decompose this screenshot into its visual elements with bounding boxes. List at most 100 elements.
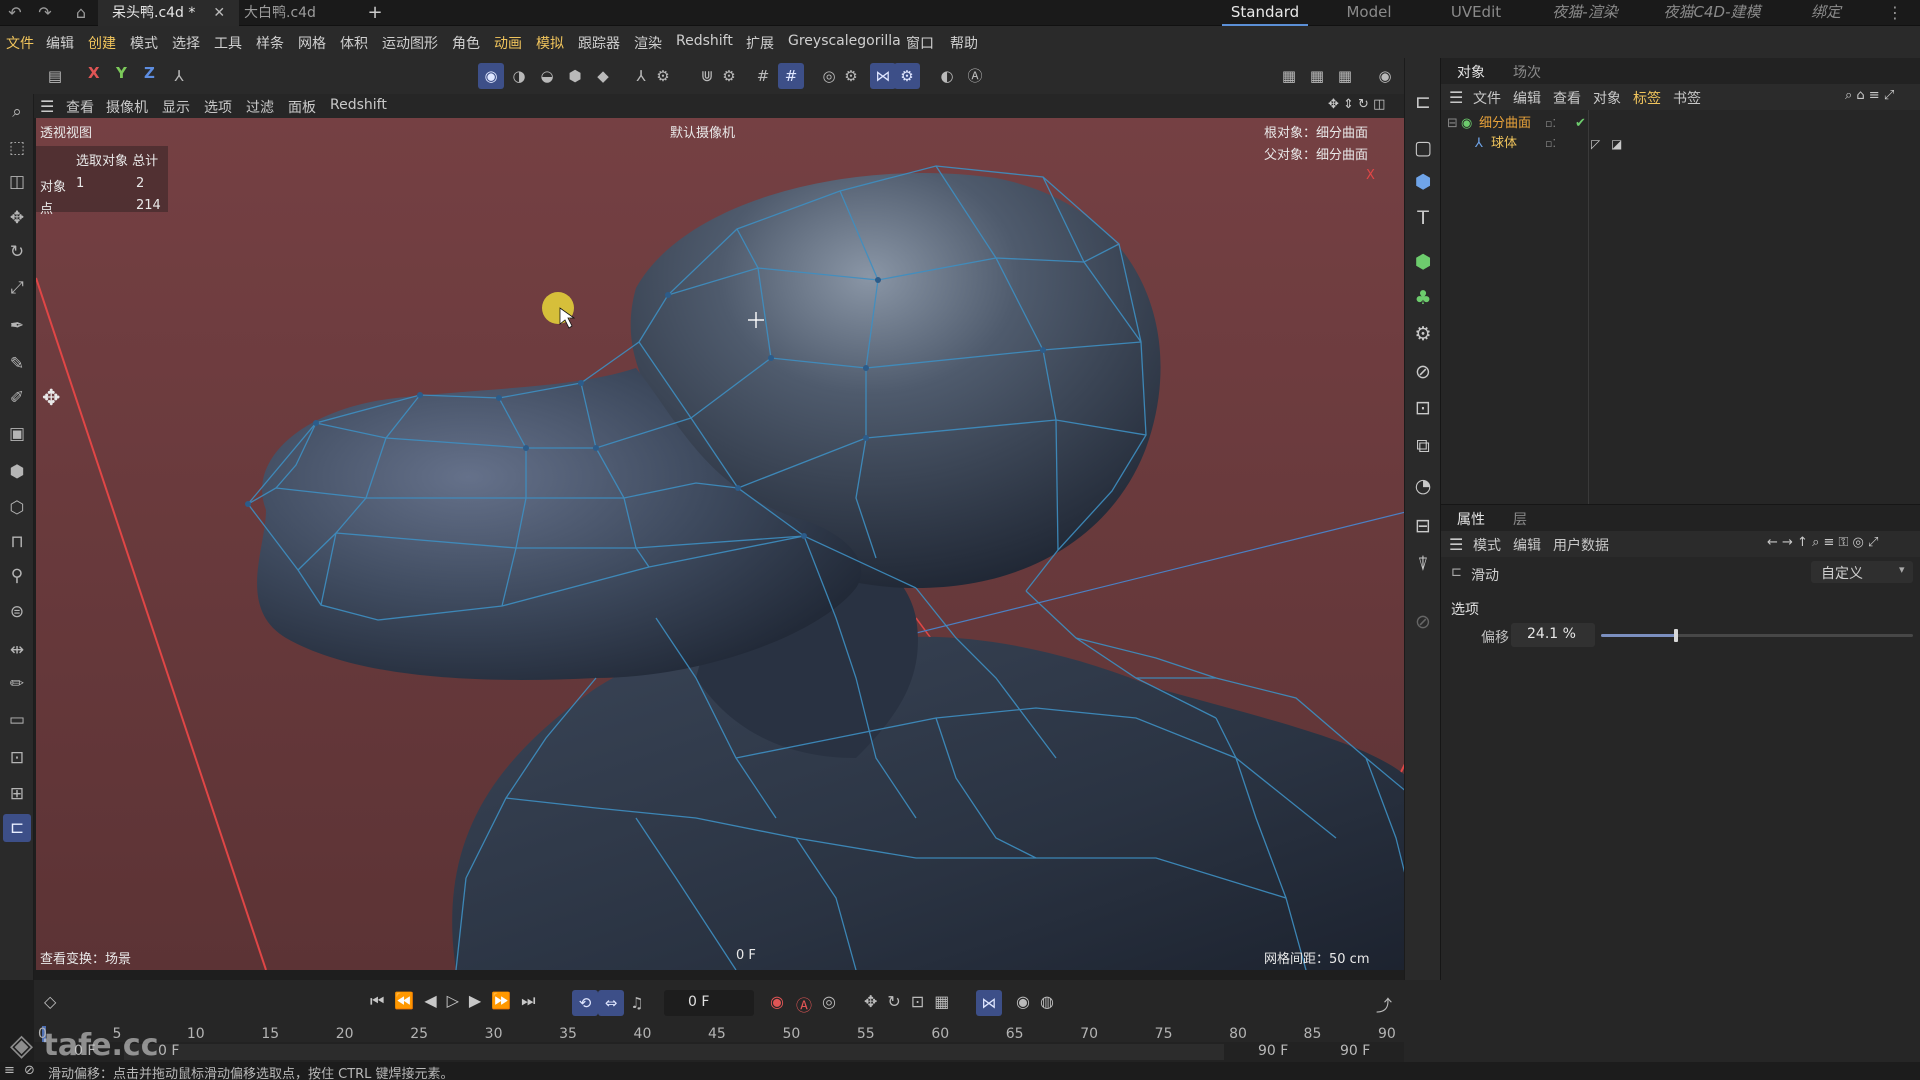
layout-icon[interactable]: ▤ — [42, 63, 68, 89]
render-view-icon[interactable]: ▦ — [1276, 63, 1302, 89]
key-param-icon[interactable]: ⋈ — [976, 990, 1002, 1016]
axis-y-lock[interactable]: Y — [116, 64, 127, 82]
attribute-menu-userdata[interactable]: 用户数据 — [1553, 535, 1609, 555]
sound-icon[interactable]: ♫ — [624, 990, 650, 1016]
loop-icon[interactable]: ⟲ — [572, 990, 598, 1016]
grid-snap-icon[interactable]: # — [778, 63, 804, 89]
menu-simulate[interactable]: 模拟 — [536, 33, 564, 53]
tree-row-sphere[interactable]: ⅄ 球体 ▫⁚ ◸ ◪ — [1441, 134, 1920, 154]
floor-icon[interactable]: ⊓ — [3, 528, 31, 556]
layout-tab-modeling[interactable]: 夜猫C4D-建模 — [1652, 0, 1772, 26]
search-icon[interactable]: ⌕ — [3, 98, 31, 126]
mirror-icon[interactable]: ⇹ — [3, 636, 31, 664]
menu-tools[interactable]: 工具 — [214, 33, 242, 53]
axis-settings-icon[interactable]: ⚙ — [650, 63, 676, 89]
range-start-preview[interactable]: 0 F — [158, 1043, 179, 1059]
move-gizmo-icon[interactable]: ✥ — [42, 386, 60, 411]
object-menu-icon[interactable]: ☰ — [1449, 88, 1463, 107]
fcurve-icon[interactable]: ⤴ — [1376, 992, 1392, 1016]
menu-greyscalegorilla[interactable]: Greyscalegorilla — [788, 33, 901, 49]
viewport-menu-options[interactable]: 选项 — [204, 97, 232, 117]
timeline-ruler[interactable]: 0 5 10 15 20 25 30 35 40 45 50 55 60 65 70 75 80 85 90 — [34, 1026, 1404, 1042]
object-manager-icon[interactable]: ⊏ — [1409, 88, 1437, 116]
null-object-icon[interactable]: ▢ — [1409, 134, 1437, 162]
viewport-menu-view[interactable]: 查看 — [66, 97, 94, 117]
slide-tool-icon[interactable]: ⊏ — [3, 814, 31, 842]
menu-tracker[interactable]: 跟踪器 — [578, 33, 620, 53]
polygon-mode-icon[interactable]: ⬢ — [562, 63, 588, 89]
add-tab-icon[interactable]: + — [364, 2, 386, 24]
material-icon[interactable]: ◔ — [1409, 472, 1437, 500]
extrude-object-icon[interactable]: ⊡ — [1409, 394, 1437, 422]
gear-icon[interactable]: ⚙ — [1409, 320, 1437, 348]
redshift-icon[interactable]: ◉ — [1372, 63, 1398, 89]
viewport[interactable]: 透视视图 默认摄像机 选取对象 总计 对象 1 2 点 214 根对象：细分曲面… — [36, 118, 1438, 970]
soft-selection-settings-icon[interactable]: ⚙ — [838, 63, 864, 89]
current-frame-field[interactable]: 0 F — [664, 990, 754, 1016]
motion-icons[interactable]: ◉◍ — [1016, 992, 1064, 1011]
pen-icon[interactable]: ✒ — [3, 312, 31, 340]
keyframe-selection-icon[interactable]: ◎ — [822, 992, 836, 1011]
offset-field[interactable]: 24.1 % — [1511, 623, 1595, 647]
menu-redshift[interactable]: Redshift — [676, 33, 733, 49]
menu-character[interactable]: 角色 — [452, 33, 480, 53]
viewport-pan-icon[interactable]: ✥ ⇕ ↻ ◫ — [1328, 97, 1385, 112]
status-menu-icon[interactable]: ≡ — [4, 1063, 15, 1078]
menu-mograph[interactable]: 运动图形 — [382, 33, 438, 53]
attribute-menu-edit[interactable]: 编辑 — [1513, 535, 1541, 555]
bevel-icon[interactable]: ⊡ — [3, 744, 31, 772]
live-selection-icon[interactable]: ⬚ — [3, 134, 31, 162]
attribute-menu-mode[interactable]: 模式 — [1473, 535, 1501, 555]
viewport-camera-label[interactable]: 默认摄像机 — [670, 122, 735, 141]
grid-icon[interactable]: # — [750, 63, 776, 89]
menu-edit[interactable]: 编辑 — [46, 33, 74, 53]
tree-item-label[interactable]: 细分曲面 — [1479, 114, 1531, 134]
object-menu-bookmarks[interactable]: 书签 — [1673, 88, 1701, 108]
layout-tab-rigging[interactable]: 绑定 — [1796, 0, 1856, 26]
viewport-menu-panel[interactable]: 面板 — [288, 97, 316, 117]
move-icon[interactable]: ✥ — [3, 204, 31, 232]
tree-row-subdivision[interactable]: ⊟ ◉ 细分曲面 ▫⁚ ✔ — [1441, 114, 1920, 134]
camera-icon[interactable]: ⊜ — [3, 598, 31, 626]
cloner-icon[interactable]: ⬢ — [1409, 248, 1437, 276]
object-menu-edit[interactable]: 编辑 — [1513, 88, 1541, 108]
collapse-icon[interactable]: ⊟ — [1447, 114, 1458, 134]
rotate-icon[interactable]: ↻ — [3, 238, 31, 266]
layout-tab-standard[interactable]: Standard — [1222, 0, 1308, 26]
symmetry-settings-icon[interactable]: ⚙ — [894, 63, 920, 89]
symmetry-icon[interactable]: ⋈ — [870, 63, 896, 89]
extrude-icon[interactable]: ▭ — [3, 706, 31, 734]
tab-objects[interactable]: 对象 — [1457, 62, 1485, 82]
camera-object-icon[interactable]: ⊟ — [1409, 512, 1437, 540]
tree-item-label[interactable]: 球体 — [1491, 134, 1517, 154]
weld-icon[interactable]: ⊞ — [3, 780, 31, 808]
guide-icon[interactable]: Ⓐ — [962, 63, 988, 89]
viewport-menu-redshift[interactable]: Redshift — [330, 97, 387, 113]
snap-settings-icon[interactable]: ⚙ — [716, 63, 742, 89]
menu-create[interactable]: 创建 — [88, 33, 116, 53]
effector-icon[interactable]: ♣ — [1409, 284, 1437, 312]
object-menu-object[interactable]: 对象 — [1593, 88, 1621, 108]
phong-tag-icon[interactable]: ◸ — [1591, 134, 1600, 154]
doc-tab-active[interactable]: 呆头鸭.c4d * ✕ — [98, 0, 240, 26]
text-icon[interactable]: T — [1409, 204, 1437, 232]
attribute-nav-icons[interactable]: ← → ↑ ⌕ ≡ ⚿ ◎ ⤢ — [1767, 535, 1878, 550]
axis-z-lock[interactable]: Z — [144, 64, 155, 82]
tab-takes[interactable]: 场次 — [1513, 62, 1541, 82]
selection-tag-icon[interactable]: ◪ — [1611, 134, 1622, 154]
uv-mode-icon[interactable]: ◆ — [590, 63, 616, 89]
generator-icon[interactable]: ⬢ — [3, 458, 31, 486]
key-channel-icons[interactable]: ✥↻⊡▦ — [864, 992, 959, 1011]
rectangle-selection-icon[interactable]: ◫ — [3, 168, 31, 196]
column-divider[interactable] — [1588, 110, 1589, 504]
home-icon[interactable]: ⌂ — [70, 2, 92, 24]
object-menu-view[interactable]: 查看 — [1553, 88, 1581, 108]
offset-slider-knob[interactable] — [1674, 629, 1679, 642]
visibility-dots-icon[interactable]: ▫⁚ — [1545, 114, 1556, 134]
object-menu-file[interactable]: 文件 — [1473, 88, 1501, 108]
render-picture-viewer-icon[interactable]: ▦ — [1304, 63, 1330, 89]
tab-layers[interactable]: 层 — [1513, 509, 1527, 529]
autokey-range-icon[interactable]: ⇔ — [598, 990, 624, 1016]
menu-help[interactable]: 帮助 — [950, 33, 978, 53]
object-menu-tags[interactable]: 标签 — [1633, 88, 1661, 108]
